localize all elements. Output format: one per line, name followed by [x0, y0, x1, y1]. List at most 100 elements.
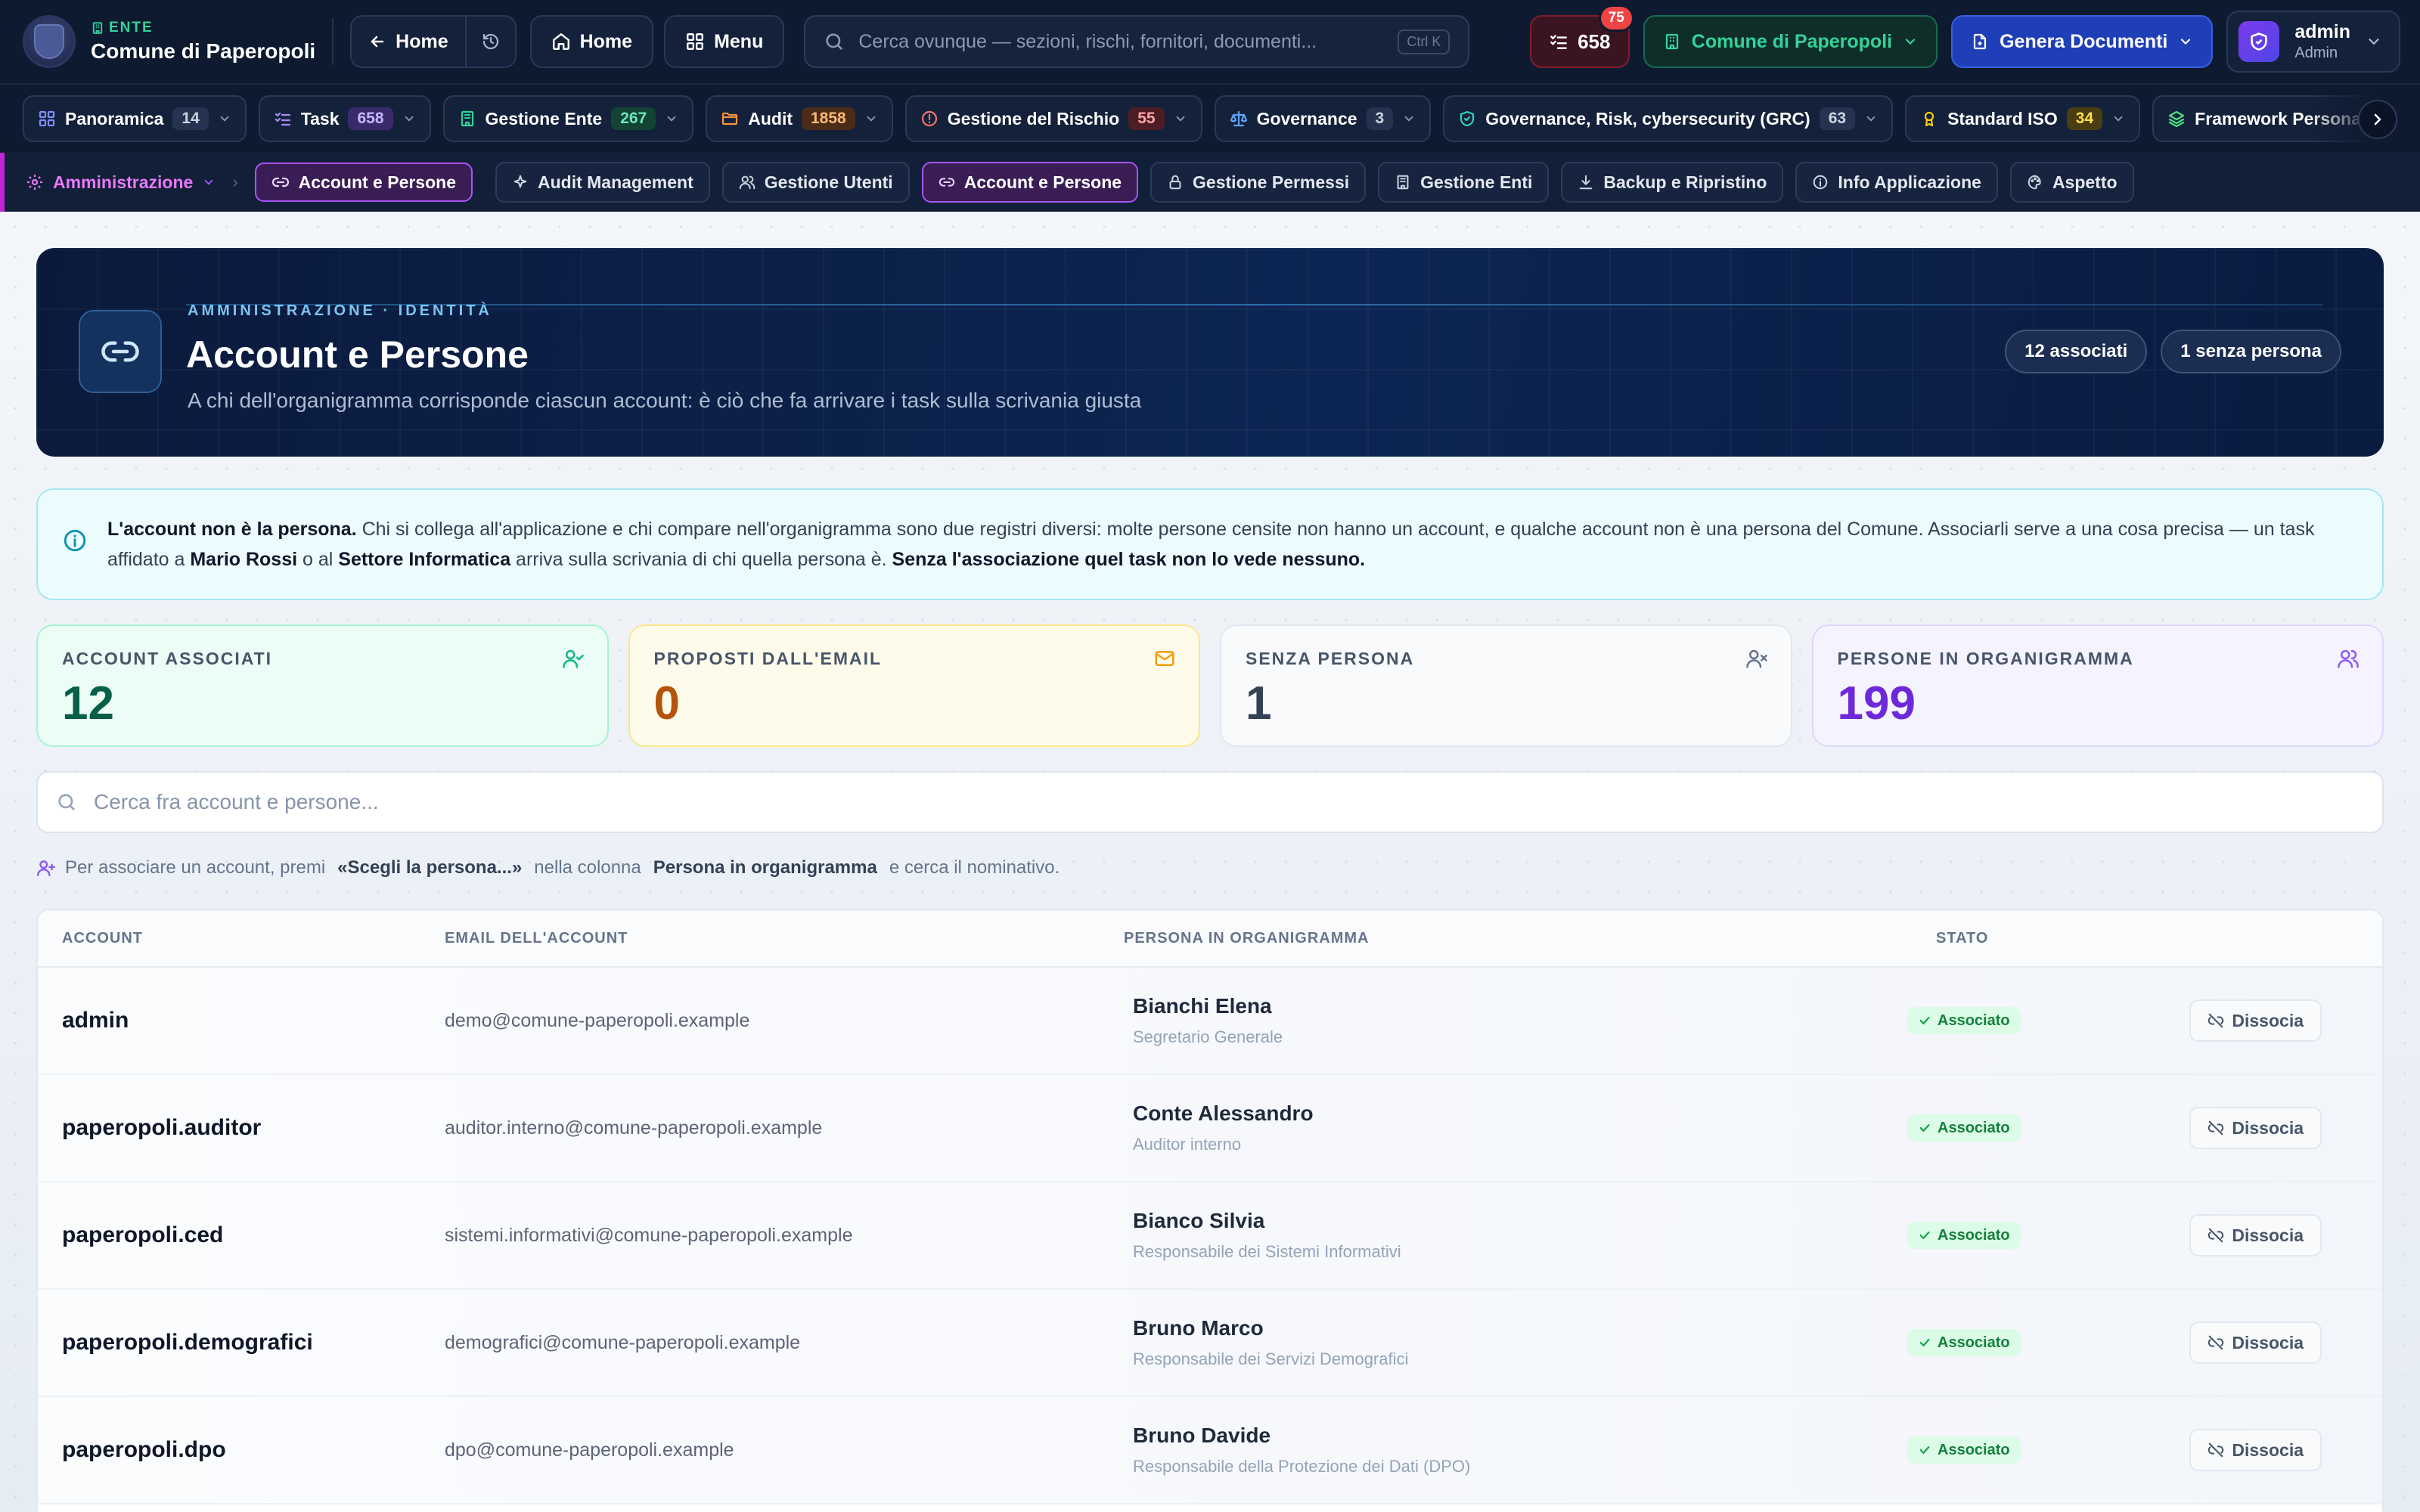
person-role: Responsabile dei Servizi Demografici [1133, 1349, 1409, 1368]
check-icon [1919, 1124, 1930, 1132]
person-cell[interactable]: Bruno Marco Responsabile dei Servizi Demo… [1124, 1316, 1907, 1369]
unlink-button[interactable]: Dissocia [2189, 1107, 2322, 1149]
column-status: STATO [1936, 929, 1989, 947]
subtab-account-e-persone[interactable]: Account e Persone [921, 162, 1139, 203]
module-count: 267 [611, 107, 656, 130]
sub-tabs: Audit Management Gestione Utenti Account e… [495, 162, 2134, 203]
subtab-label: Backup e Ripristino [1603, 172, 1767, 192]
chevron-down-icon [220, 116, 229, 122]
subtab-label: Gestione Permessi [1193, 172, 1350, 192]
back-history-group: Home [350, 15, 517, 68]
folder-icon [722, 112, 738, 125]
building-icon [1397, 175, 1409, 190]
user-plus-icon [36, 860, 56, 876]
account-email: auditor.interno@comune-paperopoli.exampl… [445, 1117, 823, 1139]
subtab-label: Info Applicazione [1838, 172, 1981, 192]
status-badge: Associato [1907, 1222, 2021, 1249]
subtab-gestione-enti[interactable]: Gestione Enti [1378, 162, 1550, 203]
check-icon [1919, 1446, 1930, 1455]
person-cell[interactable]: Bianco Silvia Responsabile dei Sistemi In… [1124, 1209, 1907, 1262]
account-search-input[interactable]: Cerca fra account e persone... [94, 790, 379, 814]
module-tab-governance[interactable]: Governance 3 [1214, 95, 1432, 142]
subtab-backup-e-ripristino[interactable]: Backup e Ripristino [1561, 162, 1784, 203]
module-label: Governance, Risk, cybersecurity (GRC) [1485, 108, 1810, 129]
main-content: AMMINISTRAZIONE · IDENTITÀ Account e Per… [0, 212, 2420, 1512]
ente-label: ENTE [109, 20, 154, 36]
generate-documents-button[interactable]: Genera Documenti [1951, 15, 2214, 68]
stat-card-persone-in-organigramma: PERSONE IN ORGANIGRAMMA 199 [1811, 624, 2384, 747]
subtab-audit-management[interactable]: Audit Management [495, 162, 710, 203]
person-name: Conte Alessandro [1133, 1101, 1314, 1125]
ente-selector[interactable]: Comune di Paperopoli [1643, 15, 1938, 68]
person-role: Auditor interno [1133, 1135, 1242, 1154]
gear-icon [27, 175, 42, 190]
history-button[interactable] [464, 17, 515, 67]
award-icon [1924, 111, 1934, 127]
person-cell[interactable]: Bruno Davide Responsabile della Protezion… [1124, 1424, 1907, 1476]
global-search-input[interactable]: Cerca ovunque — sezioni, rischi, fornito… [858, 31, 1384, 53]
unlink-icon [2208, 1228, 2224, 1243]
module-tab-panoramica[interactable]: Panoramica 14 [23, 95, 247, 142]
user-x-icon [1745, 649, 1767, 668]
palette-icon [2028, 175, 2041, 190]
checklist-icon [1550, 35, 1568, 49]
info-note: L'account non è la persona. Chi si colle… [36, 488, 2384, 600]
module-label: Task [300, 108, 340, 129]
module-tab-standard-iso[interactable]: Standard ISO 34 [1905, 95, 2141, 142]
account-search[interactable]: Cerca fra account e persone... [36, 771, 2384, 833]
breadcrumb[interactable]: Amministrazione [26, 172, 216, 193]
sparkle-icon [513, 175, 527, 188]
chevron-down-icon [2369, 39, 2379, 45]
column-email: EMAIL DELL'ACCOUNT [445, 929, 628, 947]
table-row: paperopoli.dpo dpo@comune-paperopoli.exam… [38, 1397, 2382, 1504]
chevron-down-icon [867, 116, 876, 122]
subtab-gestione-permessi[interactable]: Gestione Permessi [1150, 162, 1367, 203]
module-tab-gestione-ente[interactable]: Gestione Ente 267 [442, 95, 694, 142]
module-count: 1858 [802, 107, 855, 130]
subtab-aspetto[interactable]: Aspetto [2009, 162, 2134, 203]
linked-count-pill[interactable]: 12 associati [2005, 330, 2148, 373]
module-tab-audit[interactable]: Audit 1858 [706, 95, 893, 142]
person-name: Bruno Marco [1133, 1316, 1264, 1340]
unlink-button[interactable]: Dissocia [2189, 1429, 2322, 1471]
arrow-left-icon [371, 36, 384, 48]
chevron-down-icon [2181, 39, 2191, 45]
back-home-button[interactable]: Home [352, 17, 464, 67]
tasks-button[interactable]: 658 75 [1529, 5, 1634, 68]
user-menu[interactable]: admin Admin [2226, 11, 2400, 73]
module-count: 14 [172, 107, 209, 130]
module-tab-task[interactable]: Task 658 [258, 95, 431, 142]
module-count: 658 [348, 107, 393, 130]
stat-value: 1 [1246, 677, 1272, 730]
unlink-button[interactable]: Dissocia [2189, 1214, 2322, 1256]
home-icon [552, 33, 569, 50]
breadcrumb-current[interactable]: Account e Persone [254, 163, 473, 202]
account-name: paperopoli.demografici [62, 1330, 313, 1355]
unlink-button[interactable]: Dissocia [2189, 1321, 2322, 1364]
global-search[interactable]: Cerca ovunque — sezioni, rischi, fornito… [804, 15, 1470, 68]
module-tab-governance-risk-cybersecurity-grc[interactable]: Governance, Risk, cybersecurity (GRC) 63 [1443, 95, 1894, 142]
unlink-button[interactable]: Dissocia [2189, 999, 2322, 1042]
stat-card-account-associati: ACCOUNT ASSOCIATI 12 [36, 624, 609, 747]
tasks-count: 658 [1578, 29, 1611, 53]
unlinked-count-pill[interactable]: 1 senza persona [2161, 330, 2341, 373]
sub-navigation: Amministrazione › Account e Persone Audi… [0, 153, 2420, 212]
subtab-info-applicazione[interactable]: Info Applicazione [1795, 162, 1998, 203]
subtab-label: Aspetto [2052, 172, 2118, 192]
ente-name: Comune di Paperopoli [91, 39, 316, 63]
person-cell[interactable]: Bianchi Elena Segretario Generale [1124, 994, 1907, 1047]
module-tab-gestione-del-rischio[interactable]: Gestione del Rischio 55 [904, 95, 1202, 142]
subtab-label: Account e Persone [963, 172, 1122, 192]
modules-scroll-right-button[interactable] [2358, 100, 2397, 139]
module-count: 34 [2066, 107, 2103, 130]
info-icon [64, 529, 86, 552]
subtab-gestione-utenti[interactable]: Gestione Utenti [721, 162, 910, 203]
menu-button[interactable]: Menu [664, 15, 785, 68]
association-hint: Per associare un account, premi «Scegli … [36, 857, 1060, 878]
info-note-text: L'account non è la persona. Chi si colle… [107, 519, 2315, 570]
person-cell[interactable]: Conte Alessandro Auditor interno [1124, 1101, 1907, 1154]
ente-logo[interactable] [23, 15, 76, 68]
lock-icon [1169, 175, 1181, 190]
home-button[interactable]: Home [529, 15, 654, 68]
stat-value: 0 [653, 677, 680, 730]
